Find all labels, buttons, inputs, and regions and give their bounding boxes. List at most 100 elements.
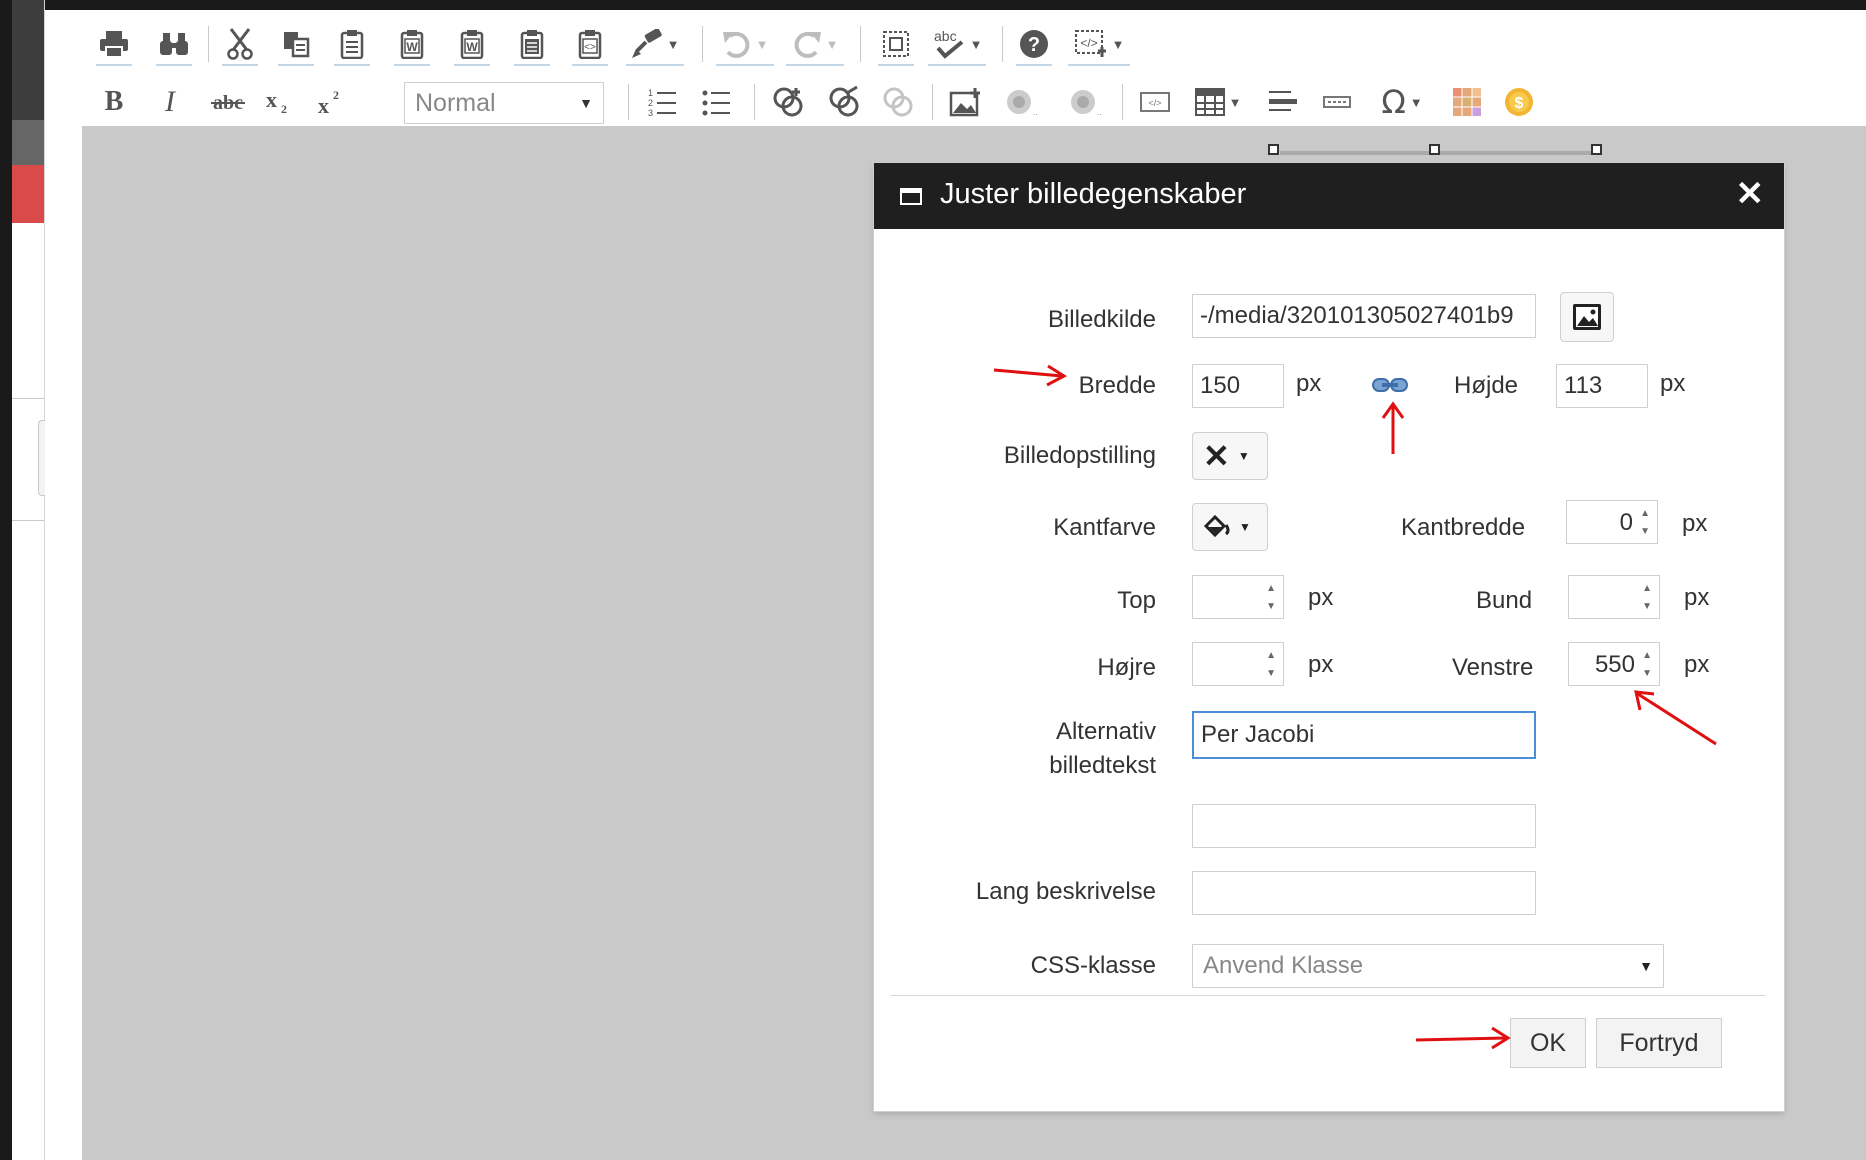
paste-word-icon[interactable]: W bbox=[394, 24, 430, 66]
source-code-icon[interactable]: </> ▼ bbox=[1068, 24, 1130, 66]
ordered-list-icon[interactable]: 123 bbox=[644, 82, 680, 122]
annotation-arrow-left-margin bbox=[1634, 690, 1717, 746]
resize-handle[interactable] bbox=[1591, 144, 1602, 155]
edit-link-icon[interactable] bbox=[824, 82, 864, 122]
billedopstilling-label: Billedopstilling bbox=[1003, 442, 1156, 469]
spinner-down-icon[interactable]: ▼ bbox=[1640, 527, 1650, 537]
window-icon bbox=[900, 188, 922, 205]
spinner-down-icon[interactable]: ▼ bbox=[1266, 602, 1276, 612]
italic-icon[interactable]: I bbox=[152, 82, 188, 122]
insert-media-icon[interactable]: .. bbox=[1066, 82, 1104, 122]
insert-link-icon[interactable] bbox=[768, 82, 808, 122]
unordered-list-icon[interactable] bbox=[698, 82, 734, 122]
cancel-button[interactable]: Fortryd bbox=[1596, 1018, 1722, 1068]
page-break-icon[interactable] bbox=[1318, 82, 1356, 122]
resize-handle[interactable] bbox=[1429, 144, 1440, 155]
alt-text-label-line2: billedtekst bbox=[1049, 752, 1156, 779]
border-width-spinner[interactable]: 0 ▲ ▼ bbox=[1566, 500, 1658, 544]
spinner-up-icon[interactable]: ▲ bbox=[1266, 651, 1276, 661]
paint-bucket-icon bbox=[1203, 515, 1230, 538]
svg-text:2: 2 bbox=[281, 102, 287, 116]
special-char-icon[interactable]: Ω ▼ bbox=[1372, 82, 1432, 122]
browse-image-button[interactable] bbox=[1560, 292, 1614, 342]
image-source-input[interactable]: -/media/320101305027401b9 bbox=[1192, 294, 1536, 338]
margin-top-spinner[interactable]: ▲ ▼ bbox=[1192, 575, 1284, 619]
side-panel-subheader bbox=[12, 120, 44, 165]
lock-ratio-icon[interactable] bbox=[1372, 376, 1408, 399]
spinner-down-icon[interactable]: ▼ bbox=[1266, 669, 1276, 679]
billedkilde-label: Billedkilde bbox=[1047, 306, 1156, 333]
margin-left-spinner[interactable]: 550 ▲ ▼ bbox=[1568, 642, 1660, 686]
toolbar-separator bbox=[1122, 84, 1123, 120]
redo-icon[interactable]: ▼ bbox=[786, 24, 844, 66]
dialog-titlebar[interactable]: Juster billedegenskaber ✕ bbox=[874, 163, 1784, 229]
image-icon bbox=[1573, 304, 1601, 330]
margin-bottom-unit: px bbox=[1684, 584, 1710, 611]
select-all-icon[interactable] bbox=[878, 24, 914, 66]
alignment-dropdown[interactable]: ✕ ▼ bbox=[1192, 432, 1268, 480]
toolbar-separator bbox=[702, 26, 703, 62]
strikethrough-icon[interactable]: abc bbox=[204, 82, 252, 122]
border-width-unit: px bbox=[1682, 510, 1708, 537]
bold-icon[interactable]: B bbox=[96, 82, 132, 122]
insert-flash-icon[interactable]: .. bbox=[1002, 82, 1040, 122]
cut-icon[interactable] bbox=[222, 24, 258, 66]
spinner-up-icon[interactable]: ▲ bbox=[1266, 584, 1276, 594]
svg-text:<>: <> bbox=[584, 42, 596, 53]
spinner-down-icon[interactable]: ▼ bbox=[1642, 669, 1652, 679]
paste-html-icon[interactable]: <> bbox=[572, 24, 608, 66]
spinner-down-icon[interactable]: ▼ bbox=[1642, 602, 1652, 612]
ok-button[interactable]: OK bbox=[1510, 1018, 1586, 1068]
width-input[interactable]: 150 bbox=[1192, 364, 1284, 408]
css-klasse-label: CSS-klasse bbox=[1030, 952, 1156, 979]
help-icon[interactable]: ? bbox=[1016, 24, 1052, 66]
paste-text-icon[interactable] bbox=[514, 24, 550, 66]
copy-icon[interactable] bbox=[278, 24, 314, 66]
extra-text-input[interactable] bbox=[1192, 804, 1536, 848]
side-panel-handle[interactable] bbox=[38, 420, 45, 496]
insert-image-icon[interactable] bbox=[946, 82, 984, 122]
format-select[interactable]: Normal ▼ bbox=[404, 82, 604, 124]
undo-icon[interactable]: ▼ bbox=[716, 24, 774, 66]
format-painter-icon[interactable]: ▼ bbox=[626, 24, 684, 66]
margin-right-unit: px bbox=[1308, 651, 1334, 678]
border-color-dropdown[interactable]: ▼ bbox=[1192, 503, 1268, 551]
hojre-label: Højre bbox=[1097, 654, 1156, 681]
height-input[interactable]: 113 bbox=[1556, 364, 1648, 408]
svg-text:x: x bbox=[266, 87, 277, 112]
spinner-up-icon[interactable]: ▲ bbox=[1640, 509, 1650, 519]
annotation-arrow-width bbox=[993, 364, 1068, 387]
coin-icon[interactable]: $ bbox=[1500, 82, 1538, 122]
close-icon[interactable]: ✕ bbox=[1736, 174, 1765, 214]
print-icon[interactable] bbox=[96, 24, 132, 66]
alt-text-input[interactable]: Per Jacobi bbox=[1192, 711, 1536, 759]
paste-icon[interactable] bbox=[334, 24, 370, 66]
side-divider bbox=[12, 520, 44, 521]
horizontal-rule-icon[interactable] bbox=[1264, 82, 1302, 122]
superscript-icon[interactable]: x2 bbox=[312, 82, 356, 122]
long-description-input[interactable] bbox=[1192, 871, 1536, 915]
venstre-label: Venstre bbox=[1452, 654, 1534, 681]
margin-bottom-spinner[interactable]: ▲ ▼ bbox=[1568, 575, 1660, 619]
spinner-up-icon[interactable]: ▲ bbox=[1642, 651, 1652, 661]
svg-text:?: ? bbox=[1028, 34, 1040, 56]
side-panel bbox=[12, 0, 45, 1160]
css-class-select[interactable]: Anvend Klasse ▼ bbox=[1192, 944, 1664, 988]
subscript-icon[interactable]: x2 bbox=[260, 82, 304, 122]
side-panel-active-tab[interactable] bbox=[12, 165, 44, 223]
resize-handle[interactable] bbox=[1268, 144, 1279, 155]
no-align-icon: ✕ bbox=[1203, 438, 1230, 474]
dialog-title: Juster billedegenskaber bbox=[940, 178, 1247, 210]
find-icon[interactable] bbox=[156, 24, 192, 66]
svg-text:2: 2 bbox=[648, 98, 653, 108]
side-panel-header bbox=[12, 0, 44, 120]
paste-word-alt-icon[interactable]: W bbox=[454, 24, 490, 66]
insert-snippet-icon[interactable]: </> bbox=[1136, 82, 1174, 122]
margin-right-spinner[interactable]: ▲ ▼ bbox=[1192, 642, 1284, 686]
top-label: Top bbox=[1117, 587, 1156, 614]
color-grid-icon[interactable] bbox=[1448, 82, 1486, 122]
spinner-up-icon[interactable]: ▲ bbox=[1642, 584, 1652, 594]
table-icon[interactable]: ▼ bbox=[1188, 82, 1248, 122]
unlink-icon[interactable] bbox=[878, 82, 918, 122]
spellcheck-icon[interactable]: abc ▼ bbox=[928, 24, 986, 66]
